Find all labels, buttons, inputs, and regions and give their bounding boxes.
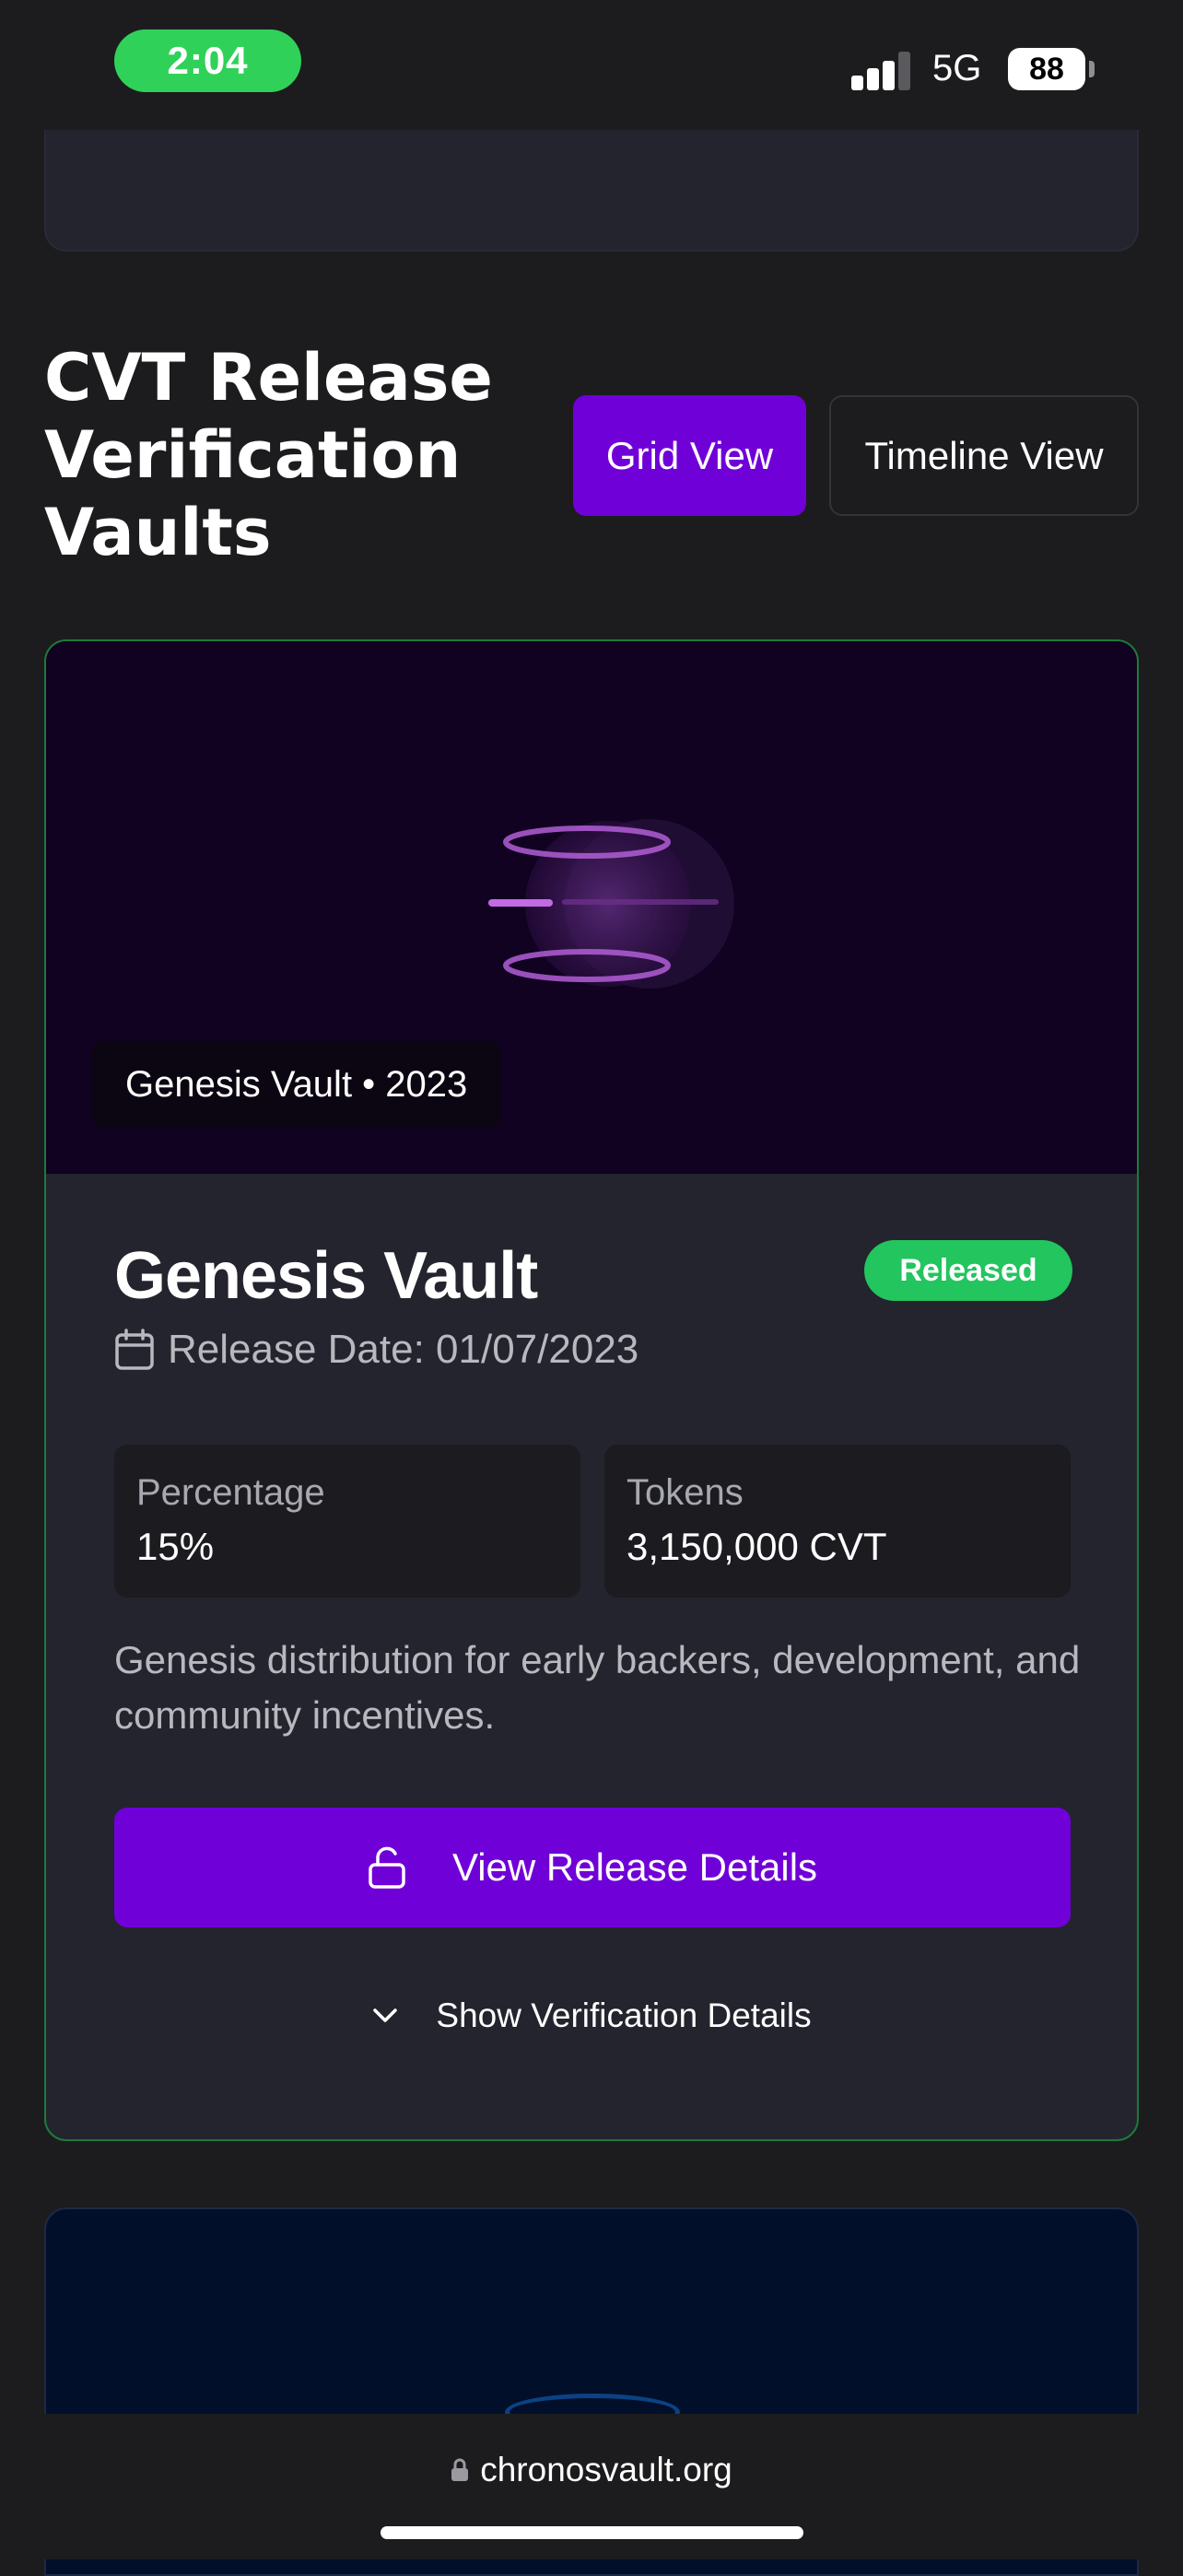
url-text: chronosvault.org	[480, 2451, 732, 2488]
timeline-view-button[interactable]: Timeline View	[829, 395, 1139, 516]
release-date: Release Date: 01/07/2023	[114, 1327, 638, 1373]
stat-value: 3,150,000 CVT	[627, 1525, 887, 1568]
status-badge: Released	[864, 1240, 1072, 1301]
vault-description: Genesis distribution for early backers, …	[114, 1638, 1081, 1737]
show-verification-toggle[interactable]: Show Verification Details	[46, 1988, 1137, 2043]
vault-hero-tag: Genesis Vault • 2023	[92, 1041, 501, 1128]
network-label: 5G	[932, 48, 982, 88]
vault-name: Genesis Vault	[114, 1239, 538, 1313]
lock-icon	[451, 2458, 469, 2481]
home-indicator[interactable]	[381, 2526, 803, 2539]
grid-view-button[interactable]: Grid View	[573, 395, 806, 516]
status-time: 2:04	[114, 29, 301, 92]
stat-value: 15%	[136, 1525, 215, 1568]
url-row[interactable]: chronosvault.org	[0, 2451, 1183, 2489]
stat-label: Percentage	[136, 1472, 325, 1513]
vault-card: Genesis Vault • 2023 Genesis Vault Relea…	[44, 639, 1139, 2141]
browser-url-bar[interactable]: chronosvault.org	[0, 2414, 1183, 2559]
battery-cap	[1089, 61, 1095, 77]
signal-icon	[851, 50, 912, 90]
stat-label: Tokens	[627, 1472, 744, 1513]
view-release-details-button[interactable]: View Release Details	[114, 1808, 1071, 1927]
stat-tokens: Tokens 3,150,000 CVT	[604, 1445, 1071, 1598]
show-verification-label: Show Verification Details	[436, 1996, 812, 2034]
release-date-text: Release Date: 01/07/2023	[168, 1327, 639, 1372]
unlock-icon	[369, 1846, 405, 1889]
vault-orb-icon	[488, 819, 734, 989]
vault-hero-image: Genesis Vault • 2023	[46, 641, 1137, 1174]
status-bar: 2:04 5G 88	[0, 0, 1183, 130]
chevron-down-icon	[373, 2008, 398, 2022]
stat-percentage: Percentage 15%	[114, 1445, 580, 1598]
view-release-details-label: View Release Details	[451, 1845, 818, 1889]
battery-icon: 88	[1008, 48, 1085, 90]
calendar-icon	[115, 1329, 154, 1370]
page-title: CVT Release Verification Vaults	[44, 340, 493, 570]
